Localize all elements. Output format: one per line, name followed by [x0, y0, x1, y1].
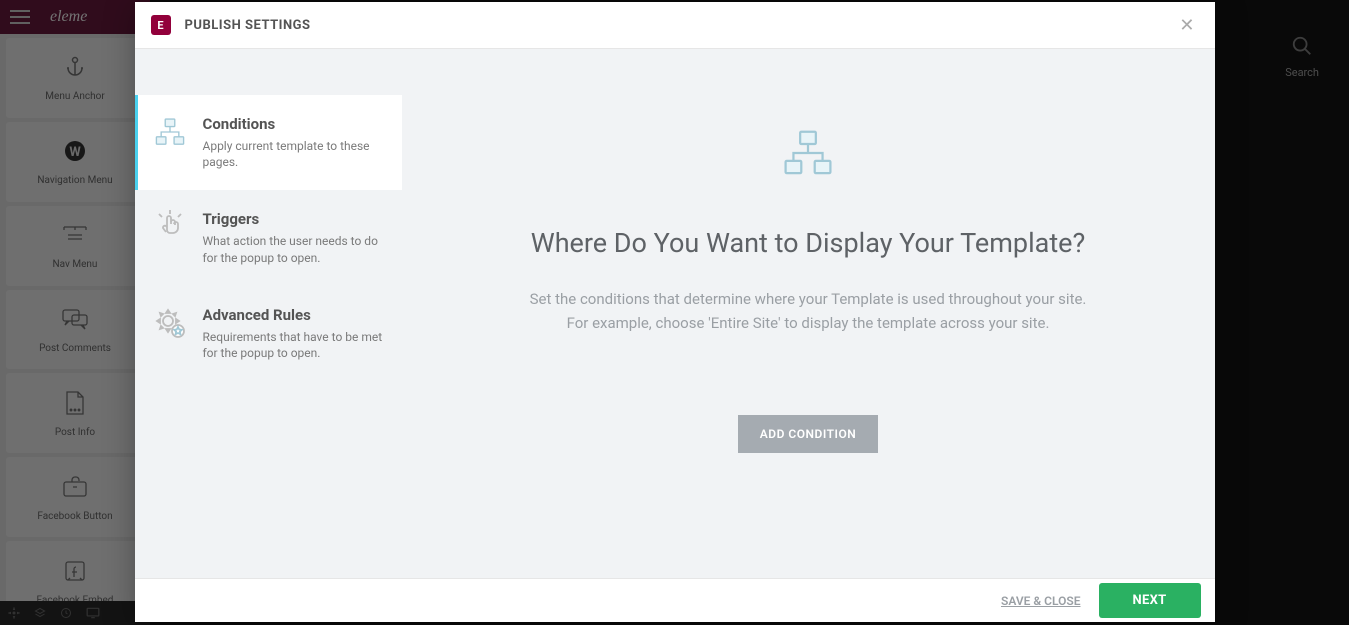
- add-condition-button[interactable]: ADD CONDITION: [738, 415, 878, 453]
- modal-header: E PUBLISH SETTINGS ✕: [135, 2, 1215, 49]
- advanced-rules-icon: [153, 306, 187, 340]
- sidebar-item-title: Triggers: [203, 210, 384, 228]
- conditions-icon: [153, 115, 187, 149]
- conditions-hero-icon: [442, 129, 1175, 177]
- content-desc-line2: For example, choose 'Entire Site' to dis…: [567, 314, 1050, 332]
- sidebar-item-conditions[interactable]: Conditions Apply current template to the…: [135, 95, 402, 190]
- content-title: Where Do You Want to Display Your Templa…: [442, 227, 1175, 259]
- save-close-link[interactable]: SAVE & CLOSE: [1001, 594, 1081, 608]
- close-icon[interactable]: ✕: [1175, 11, 1198, 40]
- modal-title: PUBLISH SETTINGS: [185, 18, 311, 33]
- sidebar-item-desc: Apply current template to these pages.: [203, 138, 384, 170]
- sidebar-item-desc: Requirements that have to be met for the…: [203, 329, 384, 361]
- modal-body: Conditions Apply current template to the…: [135, 49, 1215, 578]
- modal-footer: SAVE & CLOSE NEXT: [135, 578, 1215, 622]
- content-description: Set the conditions that determine where …: [442, 287, 1175, 335]
- triggers-icon: [153, 210, 187, 244]
- modal-content: Where Do You Want to Display Your Templa…: [402, 49, 1215, 578]
- next-button[interactable]: NEXT: [1099, 583, 1201, 618]
- sidebar-item-desc: What action the user needs to do for the…: [203, 233, 384, 265]
- content-desc-line1: Set the conditions that determine where …: [530, 290, 1087, 308]
- modal-sidebar: Conditions Apply current template to the…: [135, 49, 402, 578]
- publish-settings-modal: E PUBLISH SETTINGS ✕ Conditions Apply cu…: [135, 2, 1215, 622]
- elementor-logo-icon: E: [151, 15, 171, 35]
- sidebar-item-triggers[interactable]: Triggers What action the user needs to d…: [135, 190, 402, 285]
- sidebar-item-title: Conditions: [203, 115, 384, 133]
- sidebar-item-advanced-rules[interactable]: Advanced Rules Requirements that have to…: [135, 286, 402, 381]
- sidebar-item-title: Advanced Rules: [203, 306, 384, 324]
